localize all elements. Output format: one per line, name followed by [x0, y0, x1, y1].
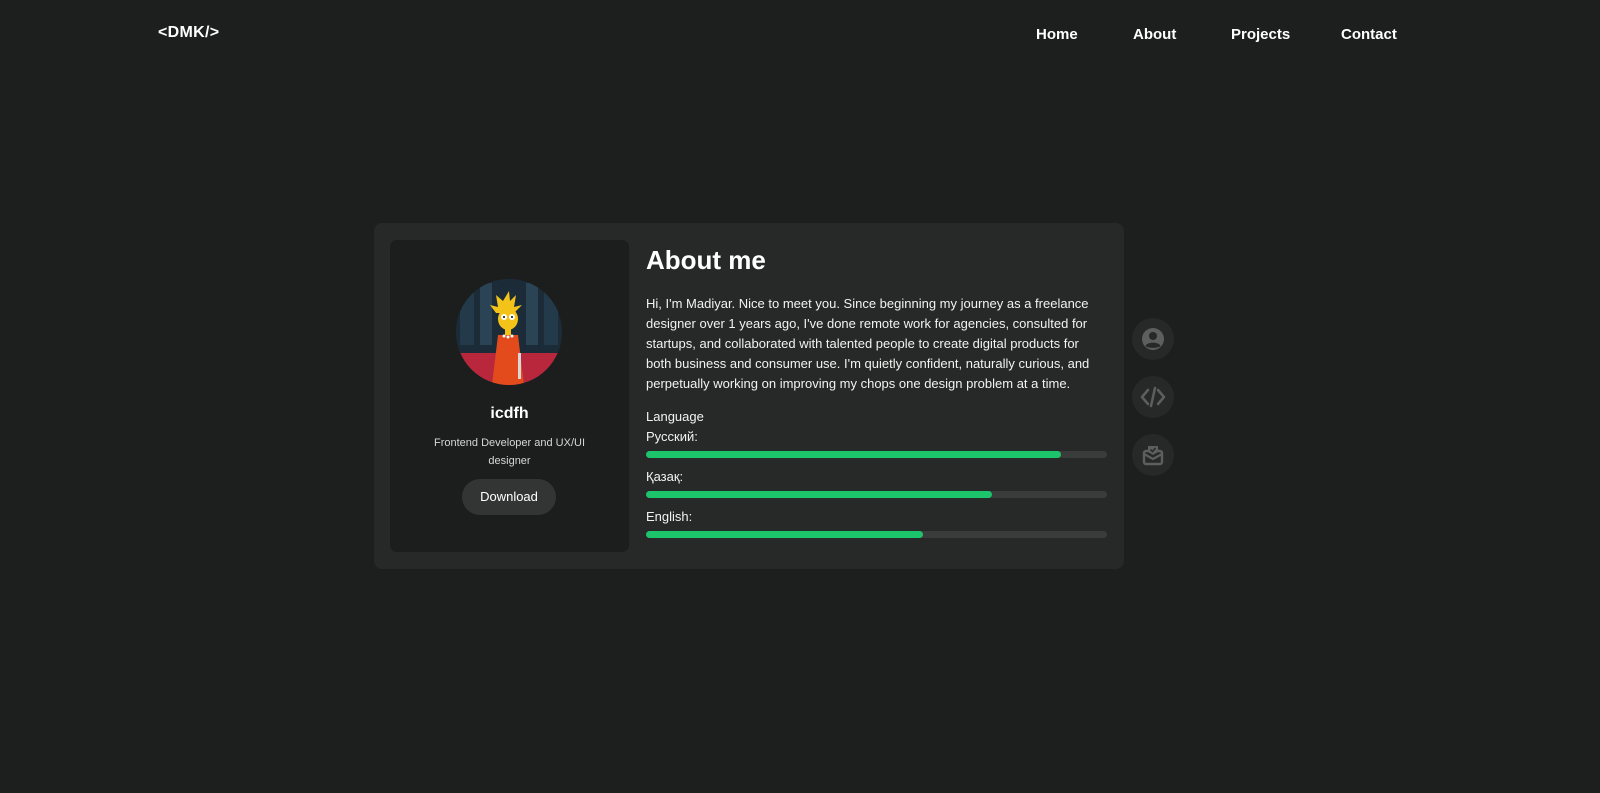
- language-progress-fill: [646, 491, 992, 498]
- download-button[interactable]: Download: [462, 479, 556, 515]
- language-name: Русский:: [646, 429, 698, 444]
- nav-projects[interactable]: Projects: [1231, 26, 1290, 43]
- site-logo[interactable]: <DMK/>: [158, 24, 219, 42]
- language-name: Қазақ:: [646, 469, 684, 484]
- language-row-english: English:: [646, 509, 1107, 538]
- language-row-kazakh: Қазақ:: [646, 469, 1107, 498]
- about-title: About me: [646, 245, 766, 275]
- language-progress-track: [646, 531, 1107, 538]
- language-name: English:: [646, 509, 693, 524]
- about-text: Hi, I'm Madiyar. Nice to meet you. Since…: [646, 296, 1090, 391]
- profile-panel: icdfh Frontend Developer and UX/UI desig…: [390, 240, 629, 552]
- user-icon[interactable]: [1132, 318, 1174, 360]
- language-progress-fill: [646, 451, 1061, 458]
- language-progress-fill: [646, 531, 923, 538]
- language-row-russian: Русский:: [646, 429, 1107, 458]
- profile-name: icdfh: [490, 405, 529, 422]
- language-progress-track: [646, 451, 1107, 458]
- nav-about[interactable]: About: [1133, 26, 1176, 43]
- profile-role: Frontend Developer and UX/UI designer: [433, 437, 586, 467]
- language-progress-track: [646, 491, 1107, 498]
- mail-icon[interactable]: [1132, 434, 1174, 476]
- language-label: Language: [646, 409, 704, 424]
- avatar: [456, 279, 562, 385]
- nav-contact[interactable]: Contact: [1341, 26, 1397, 43]
- about-card: icdfh Frontend Developer and UX/UI desig…: [374, 223, 1124, 569]
- code-icon[interactable]: [1132, 376, 1174, 418]
- nav-home[interactable]: Home: [1036, 26, 1078, 43]
